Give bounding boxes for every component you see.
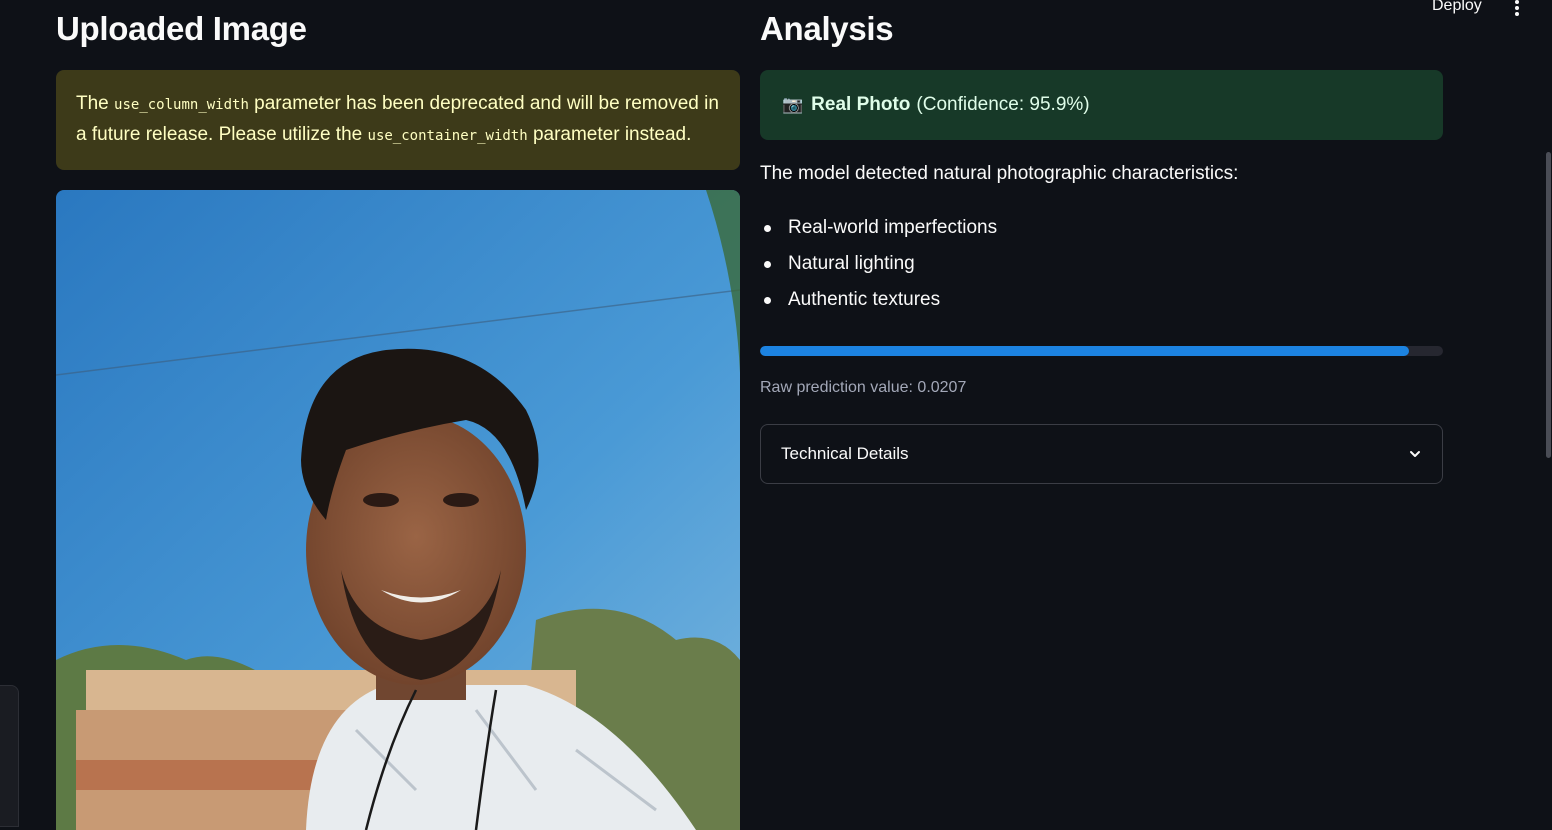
list-item: Authentic textures xyxy=(763,282,997,318)
warning-code-new: use_container_width xyxy=(367,128,528,144)
warning-code-old: use_column_width xyxy=(114,97,249,113)
uploaded-photo xyxy=(56,190,740,830)
deploy-button[interactable]: Deploy xyxy=(1432,0,1482,15)
result-alert: 📷 Real Photo (Confidence: 95.9%) xyxy=(760,70,1443,140)
kebab-menu-icon xyxy=(1515,0,1519,4)
main-menu-button[interactable] xyxy=(1509,0,1525,18)
confidence-progress-bar xyxy=(760,346,1443,356)
uploaded-image-title: Uploaded Image xyxy=(56,10,307,47)
analysis-title: Analysis xyxy=(760,10,894,47)
list-item: Natural lighting xyxy=(763,246,997,282)
technical-details-expander[interactable]: Technical Details xyxy=(760,424,1443,484)
kebab-dot xyxy=(1515,12,1519,16)
warning-text-suffix: parameter instead. xyxy=(532,124,692,145)
deprecation-warning: The use_column_width parameter has been … xyxy=(56,70,740,170)
kebab-dot xyxy=(1515,6,1519,10)
confidence-text: (Confidence: 95.9%) xyxy=(916,94,1090,115)
chevron-down-icon xyxy=(1410,451,1420,457)
page-scrollbar[interactable] xyxy=(1546,152,1551,458)
raw-prediction-text: Raw prediction value: 0.0207 xyxy=(760,379,967,396)
result-label: Real Photo xyxy=(811,94,911,115)
camera-icon: 📷 xyxy=(782,95,804,114)
expander-label: Technical Details xyxy=(781,444,909,463)
list-item: Real-world imperfections xyxy=(763,210,997,246)
warning-text-prefix: The xyxy=(76,93,109,114)
characteristics-list: Real-world imperfections Natural lightin… xyxy=(760,210,997,318)
sidebar-collapse-tab[interactable] xyxy=(0,685,19,827)
progress-fill xyxy=(760,346,1409,356)
analysis-description: The model detected natural photographic … xyxy=(760,163,1239,184)
